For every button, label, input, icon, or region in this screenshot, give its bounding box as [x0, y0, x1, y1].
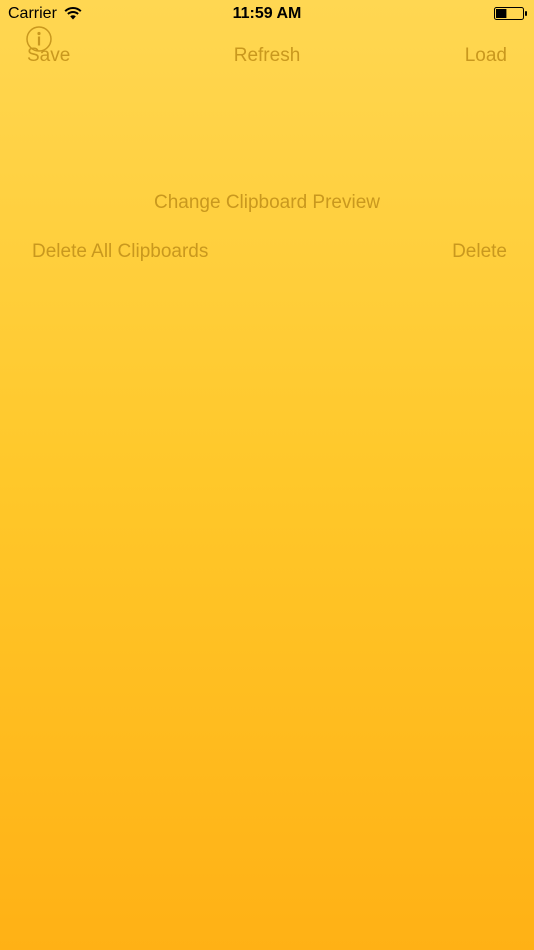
- change-clipboard-preview-button[interactable]: Change Clipboard Preview: [0, 192, 534, 214]
- delete-button[interactable]: Delete: [452, 241, 507, 263]
- status-time: 11:59 AM: [232, 5, 302, 22]
- delete-all-clipboards-button[interactable]: Delete All Clipboards: [32, 241, 208, 263]
- load-button[interactable]: Load: [465, 45, 507, 67]
- status-bar: Carrier 11:59 AM: [0, 0, 534, 28]
- battery-icon: [494, 7, 527, 20]
- refresh-button[interactable]: Refresh: [0, 45, 534, 67]
